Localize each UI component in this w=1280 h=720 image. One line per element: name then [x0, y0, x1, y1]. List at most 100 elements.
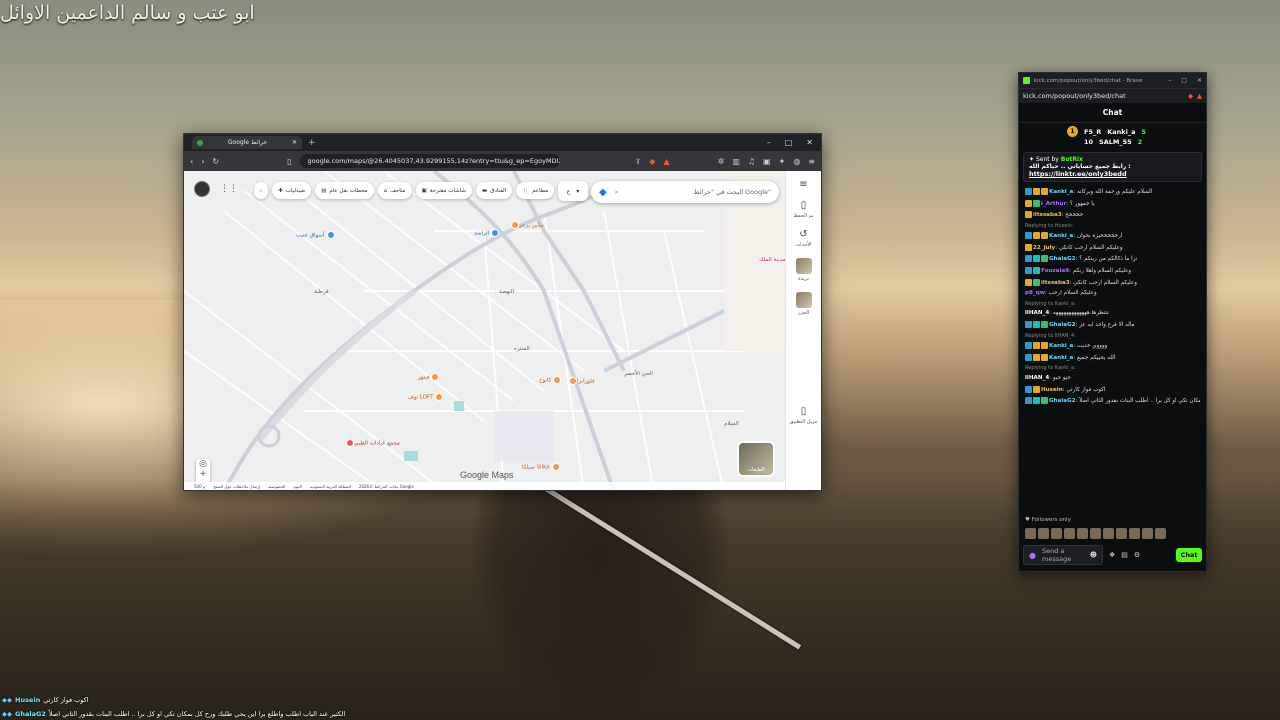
chat-message-input[interactable]: ● Send a message ☻ — [1023, 545, 1103, 565]
chat-message[interactable]: iltssaba3: وعليكم السلام ارحب كانكي — [1025, 278, 1200, 288]
chat-username[interactable]: GhalaG2 — [1049, 398, 1076, 404]
tab-google-maps[interactable]: Google خرائط ✕ — [192, 136, 302, 149]
chat-message[interactable]: Kanki_a: ارخحخخخيرة بحوان — [1025, 232, 1200, 241]
map-poi[interactable]: كانوخ — [539, 376, 562, 384]
emote-icon[interactable] — [1142, 528, 1153, 539]
close-tab-icon[interactable]: ✕ — [292, 139, 297, 146]
minimize-button[interactable]: – — [767, 138, 771, 147]
forward-icon[interactable]: › — [201, 157, 204, 166]
chat-username[interactable]: Kanki_a — [1049, 189, 1073, 195]
chat-address-bar[interactable]: kick.com/popout/only3bed/chat ◆ ▲ — [1019, 88, 1206, 103]
map-poi[interactable]: أسواق عنبت — [296, 231, 335, 239]
brave-rewards-icon[interactable]: ▲ — [1197, 92, 1202, 100]
maximize-button[interactable]: □ — [785, 138, 793, 147]
reply-context[interactable]: Replying to llHAN_4: — [1025, 333, 1200, 340]
chat-message-list[interactable]: Kanki_a: السلام عليكم ورحمة الله وبركاته… — [1019, 186, 1206, 408]
search-input[interactable]: البحث في "خرائط Google" — [626, 188, 771, 196]
chat-message[interactable]: GhalaG2: الكثير عند الباب اطلب واطلع برا… — [1025, 397, 1200, 406]
pinned-message[interactable]: ✦ Sent by BotRix رابط جميع حساباتي .. حي… — [1023, 152, 1202, 182]
chat-username[interactable]: llHAN_4 — [1025, 375, 1049, 381]
menu-icon[interactable]: ≡ — [808, 157, 815, 166]
saved-button[interactable]: ▯ تم الحفظ — [789, 200, 819, 219]
zoom-in-button[interactable]: + — [199, 469, 207, 479]
settings-gear-icon[interactable]: ⚙ — [1134, 551, 1140, 559]
google-apps-icon[interactable]: ⋮⋮ — [220, 184, 238, 194]
emote-icon[interactable] — [1103, 528, 1114, 539]
chat-message[interactable]: iltssaba3: خخخخخ — [1025, 211, 1200, 220]
emoji-icon[interactable]: ☻ — [1090, 551, 1097, 559]
minimize-button[interactable]: – — [1168, 77, 1171, 84]
chat-message[interactable]: Husein: اكوب فواز كارثي — [1025, 385, 1200, 395]
brave-shields-icon[interactable]: ◆ — [1188, 92, 1193, 100]
back-icon[interactable]: ‹ — [190, 157, 193, 166]
privacy-link[interactable]: الخصوصية — [268, 484, 285, 489]
map-poi[interactable]: مجمع عيادات الطبي — [344, 439, 400, 447]
emote-icon[interactable] — [1129, 528, 1140, 539]
chat-message[interactable]: i_Arthur: يا جمهور ؟ — [1025, 199, 1200, 209]
emote-icon[interactable] — [1051, 528, 1062, 539]
bookmark-icon[interactable]: ▯ — [287, 157, 291, 166]
chat-message[interactable]: GhalaG2: نرا ما ذكالكم من زيتكم ؟ — [1025, 255, 1200, 264]
hamburger-menu-icon[interactable]: ≡ — [799, 179, 807, 190]
emote-icon[interactable] — [1077, 528, 1088, 539]
feedback-link[interactable]: إرسال ملاحظات حول المنتج — [213, 484, 260, 489]
maps-search-box[interactable]: ◆ ⌕ البحث في "خرائط Google" — [591, 181, 779, 203]
brave-shields-icon[interactable]: ◆ — [649, 157, 655, 166]
chat-message[interactable]: p8_qw: وعليكم السلام ارحب — [1025, 290, 1200, 298]
chip-museums[interactable]: ⌂ متاحف — [377, 182, 412, 199]
close-window-button[interactable]: ✕ — [1197, 77, 1202, 84]
reply-context[interactable]: Replying to Kanki_a: — [1025, 301, 1200, 308]
reply-context[interactable]: Replying to Husein: — [1025, 223, 1200, 230]
reload-icon[interactable]: ↻ — [212, 157, 219, 166]
emote-icon[interactable] — [1025, 528, 1036, 539]
pinned-link[interactable]: https://linktr.ee/only3bedd — [1029, 170, 1196, 178]
get-app-button[interactable]: ▯ تنزيل التطبيق — [789, 406, 819, 425]
chat-username[interactable]: i_Arthur — [1041, 201, 1066, 207]
extensions-icon[interactable]: ✲ — [718, 157, 725, 166]
chat-message[interactable]: GhalaG2: ماله الا فرع واحد ايه عر — [1025, 320, 1200, 330]
new-tab-button[interactable]: + — [308, 138, 316, 148]
quick-emotes-icon[interactable]: ❖ — [1109, 551, 1115, 559]
emote-icon[interactable] — [1155, 528, 1166, 539]
chat-username[interactable]: iltssaba3 — [1041, 280, 1070, 286]
chat-message[interactable]: Fouzala9: وعليكم السلام واهلا ربكم — [1025, 267, 1200, 276]
layers-button[interactable]: الطبقات — [737, 441, 775, 477]
map-poi[interactable]: فلورانزا — [567, 377, 595, 385]
reply-context[interactable]: Replying to Kanki_a: — [1025, 365, 1200, 372]
sidebar-toggle-icon[interactable]: ▥ — [732, 157, 740, 166]
chat-username[interactable]: Fouzala9 — [1041, 268, 1069, 274]
emote-icon[interactable] — [1116, 528, 1127, 539]
map-poi[interactable]: سيلكا Silka — [522, 463, 560, 471]
send-chat-button[interactable]: Chat — [1176, 548, 1202, 562]
maximize-button[interactable]: □ — [1181, 77, 1187, 84]
chip-attractions[interactable]: ▣ شاشات مقترحة — [415, 182, 472, 199]
search-icon[interactable]: ⌕ — [615, 188, 619, 197]
more-options-button[interactable]: ع ▾ — [558, 181, 588, 201]
emote-icon[interactable] — [1038, 528, 1049, 539]
chat-message[interactable]: Kanki_a: ووووي خذيت — [1025, 342, 1200, 351]
account-avatar[interactable] — [194, 181, 210, 197]
chat-message[interactable]: llHAN_4: تنتظرها هههههههههههههه — [1025, 310, 1200, 318]
chat-username[interactable]: 22_July — [1033, 245, 1055, 251]
chip-transit[interactable]: ▤ محطات نقل عام — [315, 182, 374, 199]
chat-username[interactable]: p8_qw — [1025, 290, 1045, 296]
chat-username[interactable]: llHAN_4 — [1025, 310, 1049, 316]
chip-restaurants[interactable]: 🍴 مطاعم — [516, 182, 555, 199]
emote-icon[interactable] — [1064, 528, 1075, 539]
recent-place-islands[interactable]: الجزر — [789, 292, 819, 316]
chat-username[interactable]: Husein — [1041, 387, 1063, 393]
vpn-icon[interactable]: ◍ — [793, 157, 800, 166]
chat-message[interactable]: llHAN_4: حيو حيو — [1025, 375, 1200, 383]
gift-icon[interactable]: ▤ — [1121, 551, 1128, 559]
recent-place-buraydah[interactable]: بريدة — [789, 258, 819, 282]
chat-message[interactable]: 22_July: وعليكم السلام ارحب كانكي — [1025, 243, 1200, 253]
terms-link[interactable]: البنود — [293, 484, 302, 489]
address-bar[interactable]: google.com/maps/@26.4045037,43.9299155,1… — [299, 154, 560, 168]
chat-message[interactable]: Kanki_a: الله يحييكم جميع — [1025, 353, 1200, 363]
chip-hotels[interactable]: ▬ الفنادق — [475, 182, 513, 199]
chat-username[interactable]: Kanki_a — [1049, 355, 1073, 361]
recents-button[interactable]: ↺ الأحداث — [789, 229, 819, 248]
chat-username[interactable]: iltssaba3 — [1033, 212, 1062, 218]
map-poi[interactable]: فيتوز — [418, 373, 440, 381]
map-poi[interactable]: ساين برجر — [509, 221, 544, 229]
